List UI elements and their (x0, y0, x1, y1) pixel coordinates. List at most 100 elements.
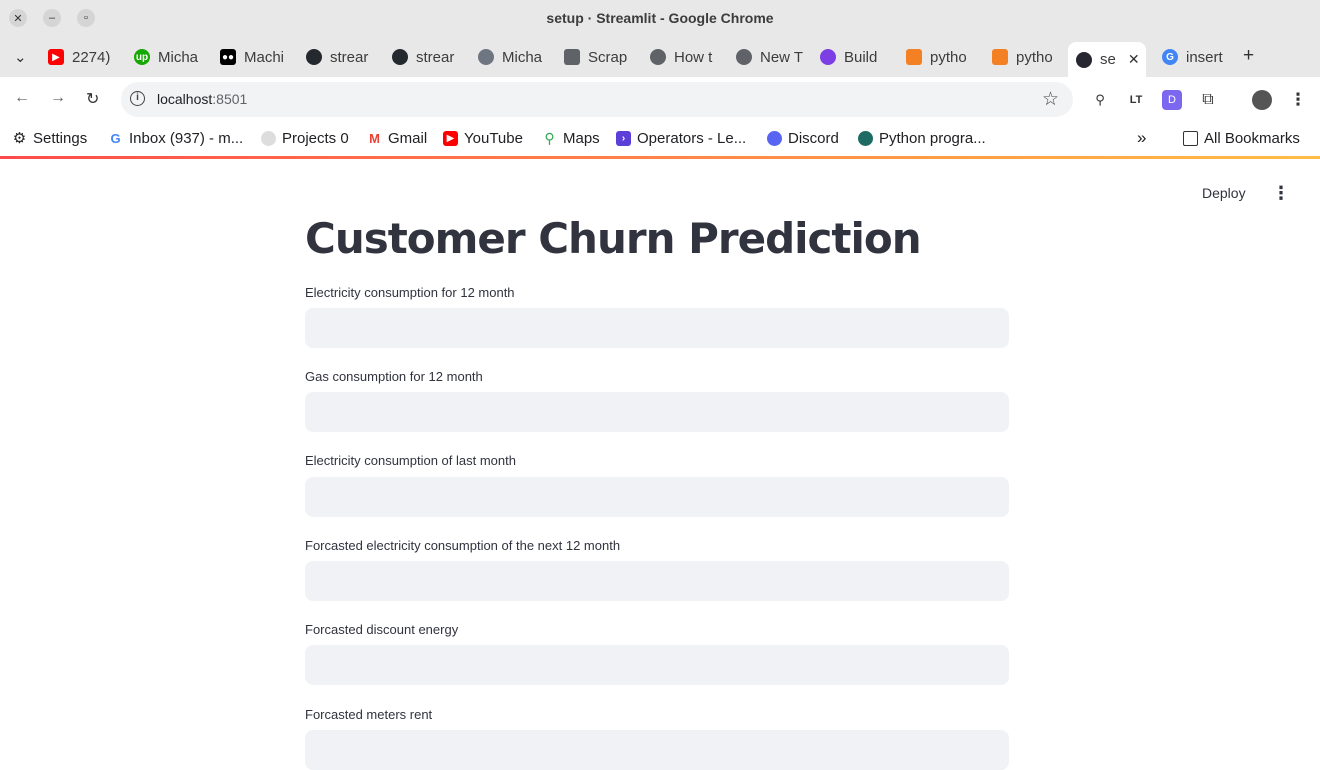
tab-streamlit-active[interactable]: se ✕ (1068, 42, 1146, 77)
bookmark-label: Projects 0 (282, 129, 349, 147)
forecast-meters-rent-input[interactable] (305, 730, 1009, 770)
folder-icon (1183, 130, 1198, 146)
tab-how[interactable]: How t (650, 44, 720, 70)
tab-label: Machi (244, 48, 285, 66)
field-label-forecast-electricity: Forcasted electricity consumption of the… (305, 538, 621, 553)
streamlit-app: Deploy ⋮ Customer Churn Prediction Elect… (0, 159, 1320, 770)
profile-avatar-icon[interactable] (1252, 90, 1272, 110)
tab-label: How t (674, 48, 713, 66)
extension-search-icon[interactable]: ⚲ (1090, 90, 1110, 110)
bookmark-projects[interactable]: Projects 0 (261, 128, 349, 148)
tab-search-chevron-icon[interactable]: ⌄ (14, 48, 27, 66)
bookmark-operators[interactable]: › Operators - Le... (616, 128, 746, 148)
extension-purple-icon[interactable]: D (1162, 90, 1182, 110)
tab-label: pytho (930, 48, 967, 66)
bookmark-all[interactable]: All Bookmarks (1183, 128, 1300, 148)
tab-github-3[interactable]: Micha (478, 44, 548, 70)
tab-github-2[interactable]: strear (392, 44, 462, 70)
tab-github-1[interactable]: strear (306, 44, 376, 70)
stackoverflow-icon (906, 49, 922, 65)
bookmark-label: Python progra... (879, 129, 986, 147)
new-tab-icon[interactable]: + (1243, 45, 1254, 67)
tab-stackoverflow-1[interactable]: pytho (906, 44, 976, 70)
bookmark-label: Operators - Le... (637, 129, 747, 147)
field-label-electricity-last-month: Electricity consumption of last month (305, 453, 516, 468)
bookmark-maps[interactable]: ⚲ Maps (542, 128, 600, 148)
tab-label: strear (330, 48, 369, 66)
tab-label: se (1100, 51, 1116, 68)
discord-icon (767, 130, 782, 146)
forward-arrow-icon[interactable]: → (50, 89, 66, 107)
url-port: :8501 (212, 91, 248, 107)
bookmark-label: Discord (788, 129, 839, 147)
bookmark-label: YouTube (464, 129, 523, 147)
upwork-icon: up (134, 49, 150, 65)
tab-new[interactable]: New T (736, 44, 806, 70)
electricity-last-month-input[interactable] (305, 477, 1009, 517)
google-icon: G (110, 130, 121, 146)
tab-label: insert (1186, 48, 1223, 66)
bookmark-inbox[interactable]: G Inbox (937) - m... (108, 128, 243, 148)
electricity-12m-input[interactable] (305, 308, 1009, 348)
tab-label: 2274) (72, 48, 111, 66)
github-icon (306, 49, 322, 65)
medium-icon: ●● (220, 49, 236, 65)
youtube-icon: ▶ (48, 49, 64, 65)
bookmark-label: Inbox (937) - m... (129, 129, 244, 147)
tab-stackoverflow-2[interactable]: pytho (992, 44, 1062, 70)
back-arrow-icon[interactable]: ← (14, 89, 30, 107)
chrome-icon (736, 49, 752, 65)
bookmark-star-icon[interactable]: ☆ (1042, 88, 1059, 111)
gas-12m-input[interactable] (305, 392, 1009, 432)
tab-label: Micha (158, 48, 199, 66)
tab-youtube[interactable]: ▶ 2274) (48, 44, 118, 70)
reload-icon[interactable]: ↻ (86, 89, 99, 109)
url-text[interactable]: localhost:8501 (157, 91, 247, 107)
close-tab-icon[interactable]: ✕ (1128, 51, 1140, 68)
chrome-menu-icon[interactable]: ⋮ (1288, 90, 1308, 110)
bookmark-label: Maps (563, 129, 600, 147)
window-title: setup · Streamlit - Google Chrome (546, 10, 774, 26)
forecast-discount-input[interactable] (305, 645, 1009, 685)
bookmark-label: Settings (33, 129, 88, 147)
site-info-icon[interactable]: i (130, 91, 145, 106)
tab-label: New T (760, 48, 804, 66)
tab-upwork[interactable]: up Micha (134, 44, 204, 70)
tab-build[interactable]: Build (820, 44, 890, 70)
tab-label: Build (844, 48, 878, 66)
field-label-forecast-meters-rent: Forcasted meters rent (305, 707, 433, 722)
forecast-electricity-input[interactable] (305, 561, 1009, 601)
page-title: Customer Churn Prediction (305, 214, 922, 263)
gear-icon: ⚙ (12, 130, 27, 147)
globe-icon (650, 49, 666, 65)
maps-icon: ⚲ (544, 129, 555, 146)
extensions-puzzle-icon[interactable]: ⧉ (1198, 90, 1218, 110)
field-label-electricity-12m: Electricity consumption for 12 month (305, 285, 515, 300)
google-icon: G (1162, 49, 1178, 65)
url-host: localhost (157, 91, 213, 107)
browser-toolbar: ← → ↻ i localhost:8501 ☆ ⚲ LT D ⧉ ⋮ (0, 77, 1320, 122)
tab-scrap[interactable]: Scrap (564, 44, 634, 70)
tab-strip: ⌄ ▶ 2274) up Micha ●● Machi strear strea… (0, 37, 1320, 77)
deploy-button[interactable]: Deploy (1202, 185, 1246, 201)
extension-lt-icon[interactable]: LT (1126, 90, 1146, 110)
document-icon (564, 49, 580, 65)
bookmark-label: All Bookmarks (1204, 129, 1300, 147)
more-bookmarks-chevron-icon[interactable]: » (1137, 128, 1146, 148)
github-icon (392, 49, 408, 65)
bookmark-discord[interactable]: Discord (767, 128, 839, 148)
settings-icon (820, 49, 836, 65)
youtube-icon: ▶ (443, 130, 458, 146)
bookmark-python[interactable]: Python progra... (858, 128, 986, 148)
tab-label: strear (416, 48, 455, 66)
bookmark-settings[interactable]: ⚙ Settings (12, 128, 87, 148)
bookmark-gmail[interactable]: M Gmail (367, 128, 427, 148)
tab-google[interactable]: G insert (1162, 44, 1226, 70)
terminal-icon: › (616, 130, 631, 146)
app-menu-icon[interactable]: ⋮ (1272, 183, 1290, 204)
tab-medium[interactable]: ●● Machi (220, 44, 290, 70)
address-bar[interactable]: i localhost:8501 ☆ (121, 82, 1073, 117)
field-label-forecast-discount: Forcasted discount energy (305, 622, 459, 637)
tab-label: Scrap (588, 48, 628, 66)
bookmark-youtube[interactable]: ▶ YouTube (443, 128, 523, 148)
